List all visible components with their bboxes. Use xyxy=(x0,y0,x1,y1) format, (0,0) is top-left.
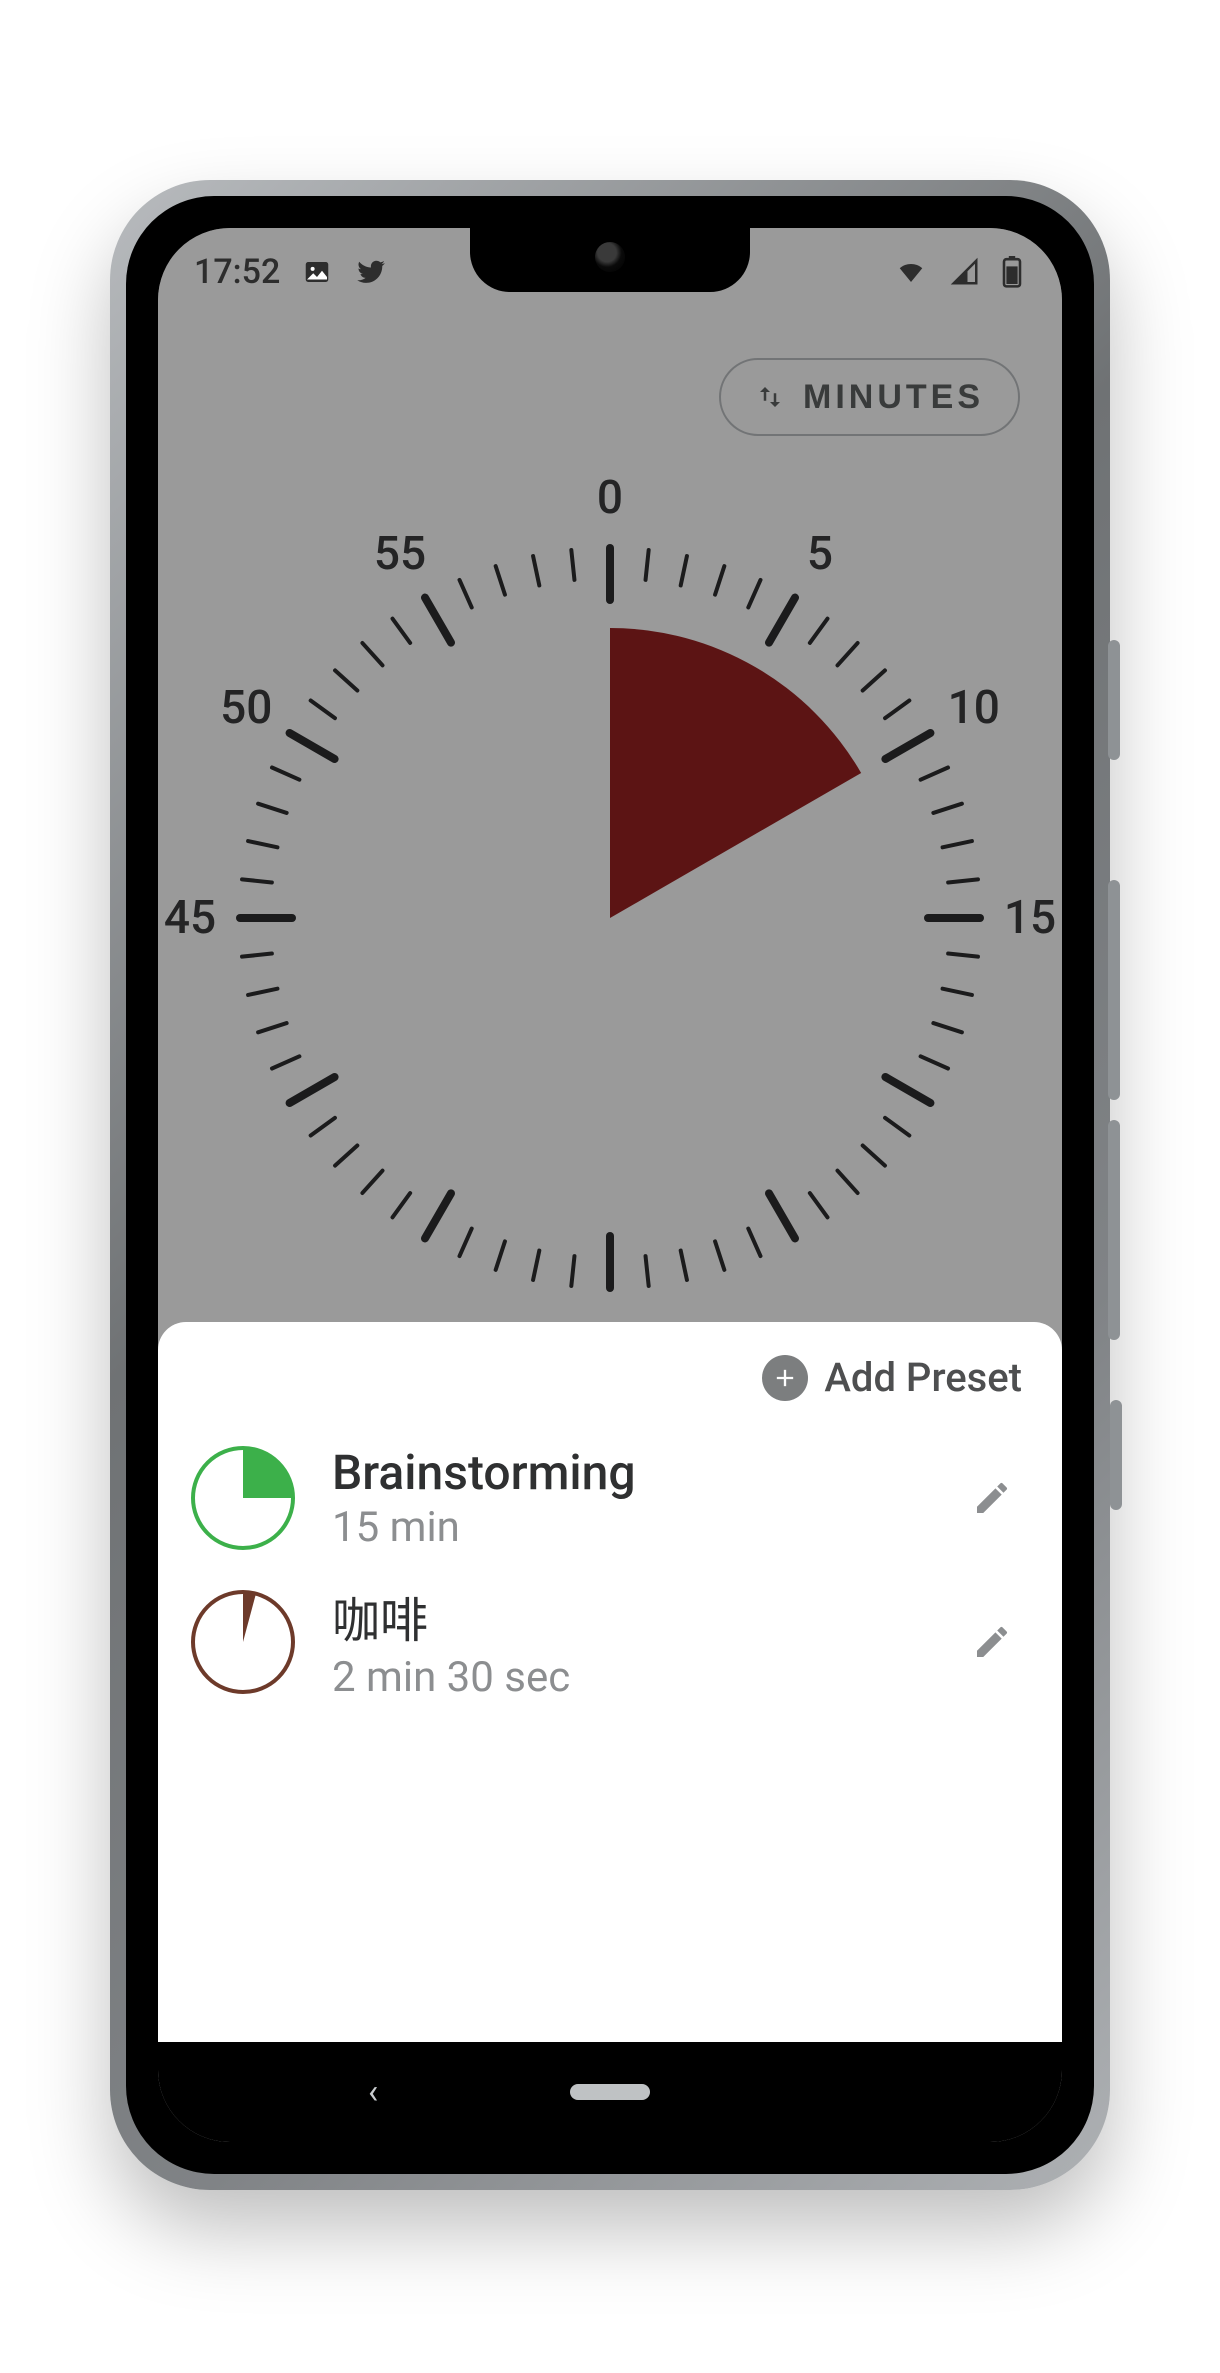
nav-home-pill[interactable] xyxy=(570,2084,650,2100)
preset-row[interactable]: Brainstorming 15 min xyxy=(158,1429,1062,1567)
wifi-icon xyxy=(894,257,928,287)
preset-pie-icon xyxy=(188,1443,298,1553)
android-nav-bar: ‹ xyxy=(158,2042,1062,2142)
screen: 17:52 xyxy=(158,228,1062,2142)
preset-subtitle: 15 min xyxy=(332,1503,928,1552)
battery-icon xyxy=(1002,256,1022,288)
preset-row[interactable]: 咖啡 2 min 30 sec xyxy=(158,1567,1062,1716)
display-notch xyxy=(470,228,750,292)
assistant-button xyxy=(1110,1400,1122,1510)
preset-subtitle: 2 min 30 sec xyxy=(332,1653,928,1702)
phone-frame: 17:52 xyxy=(110,180,1110,2190)
image-icon xyxy=(302,257,332,287)
side-button xyxy=(1108,640,1120,760)
preset-text: 咖啡 2 min 30 sec xyxy=(332,1581,928,1702)
preset-sheet: Add Preset Brainstorming 15 min 咖啡 2 min… xyxy=(158,1322,1062,2042)
preset-title: Brainstorming xyxy=(332,1444,928,1501)
preset-pie-icon xyxy=(188,1587,298,1697)
nav-back-button[interactable]: ‹ xyxy=(368,2072,378,2112)
twitter-icon xyxy=(354,257,388,287)
add-preset-label: Add Preset xyxy=(824,1354,1022,1401)
front-camera xyxy=(595,242,625,272)
volume-down-button xyxy=(1108,1120,1120,1340)
preset-title: 咖啡 xyxy=(332,1581,928,1651)
plus-circle-icon xyxy=(762,1355,808,1401)
volume-up-button xyxy=(1108,880,1120,1100)
edit-preset-button[interactable] xyxy=(962,1468,1022,1528)
edit-preset-button[interactable] xyxy=(962,1612,1022,1672)
cell-signal-icon xyxy=(950,257,980,287)
status-time: 17:52 xyxy=(194,252,280,292)
add-preset-button[interactable]: Add Preset xyxy=(158,1342,1062,1429)
preset-text: Brainstorming 15 min xyxy=(332,1444,928,1552)
